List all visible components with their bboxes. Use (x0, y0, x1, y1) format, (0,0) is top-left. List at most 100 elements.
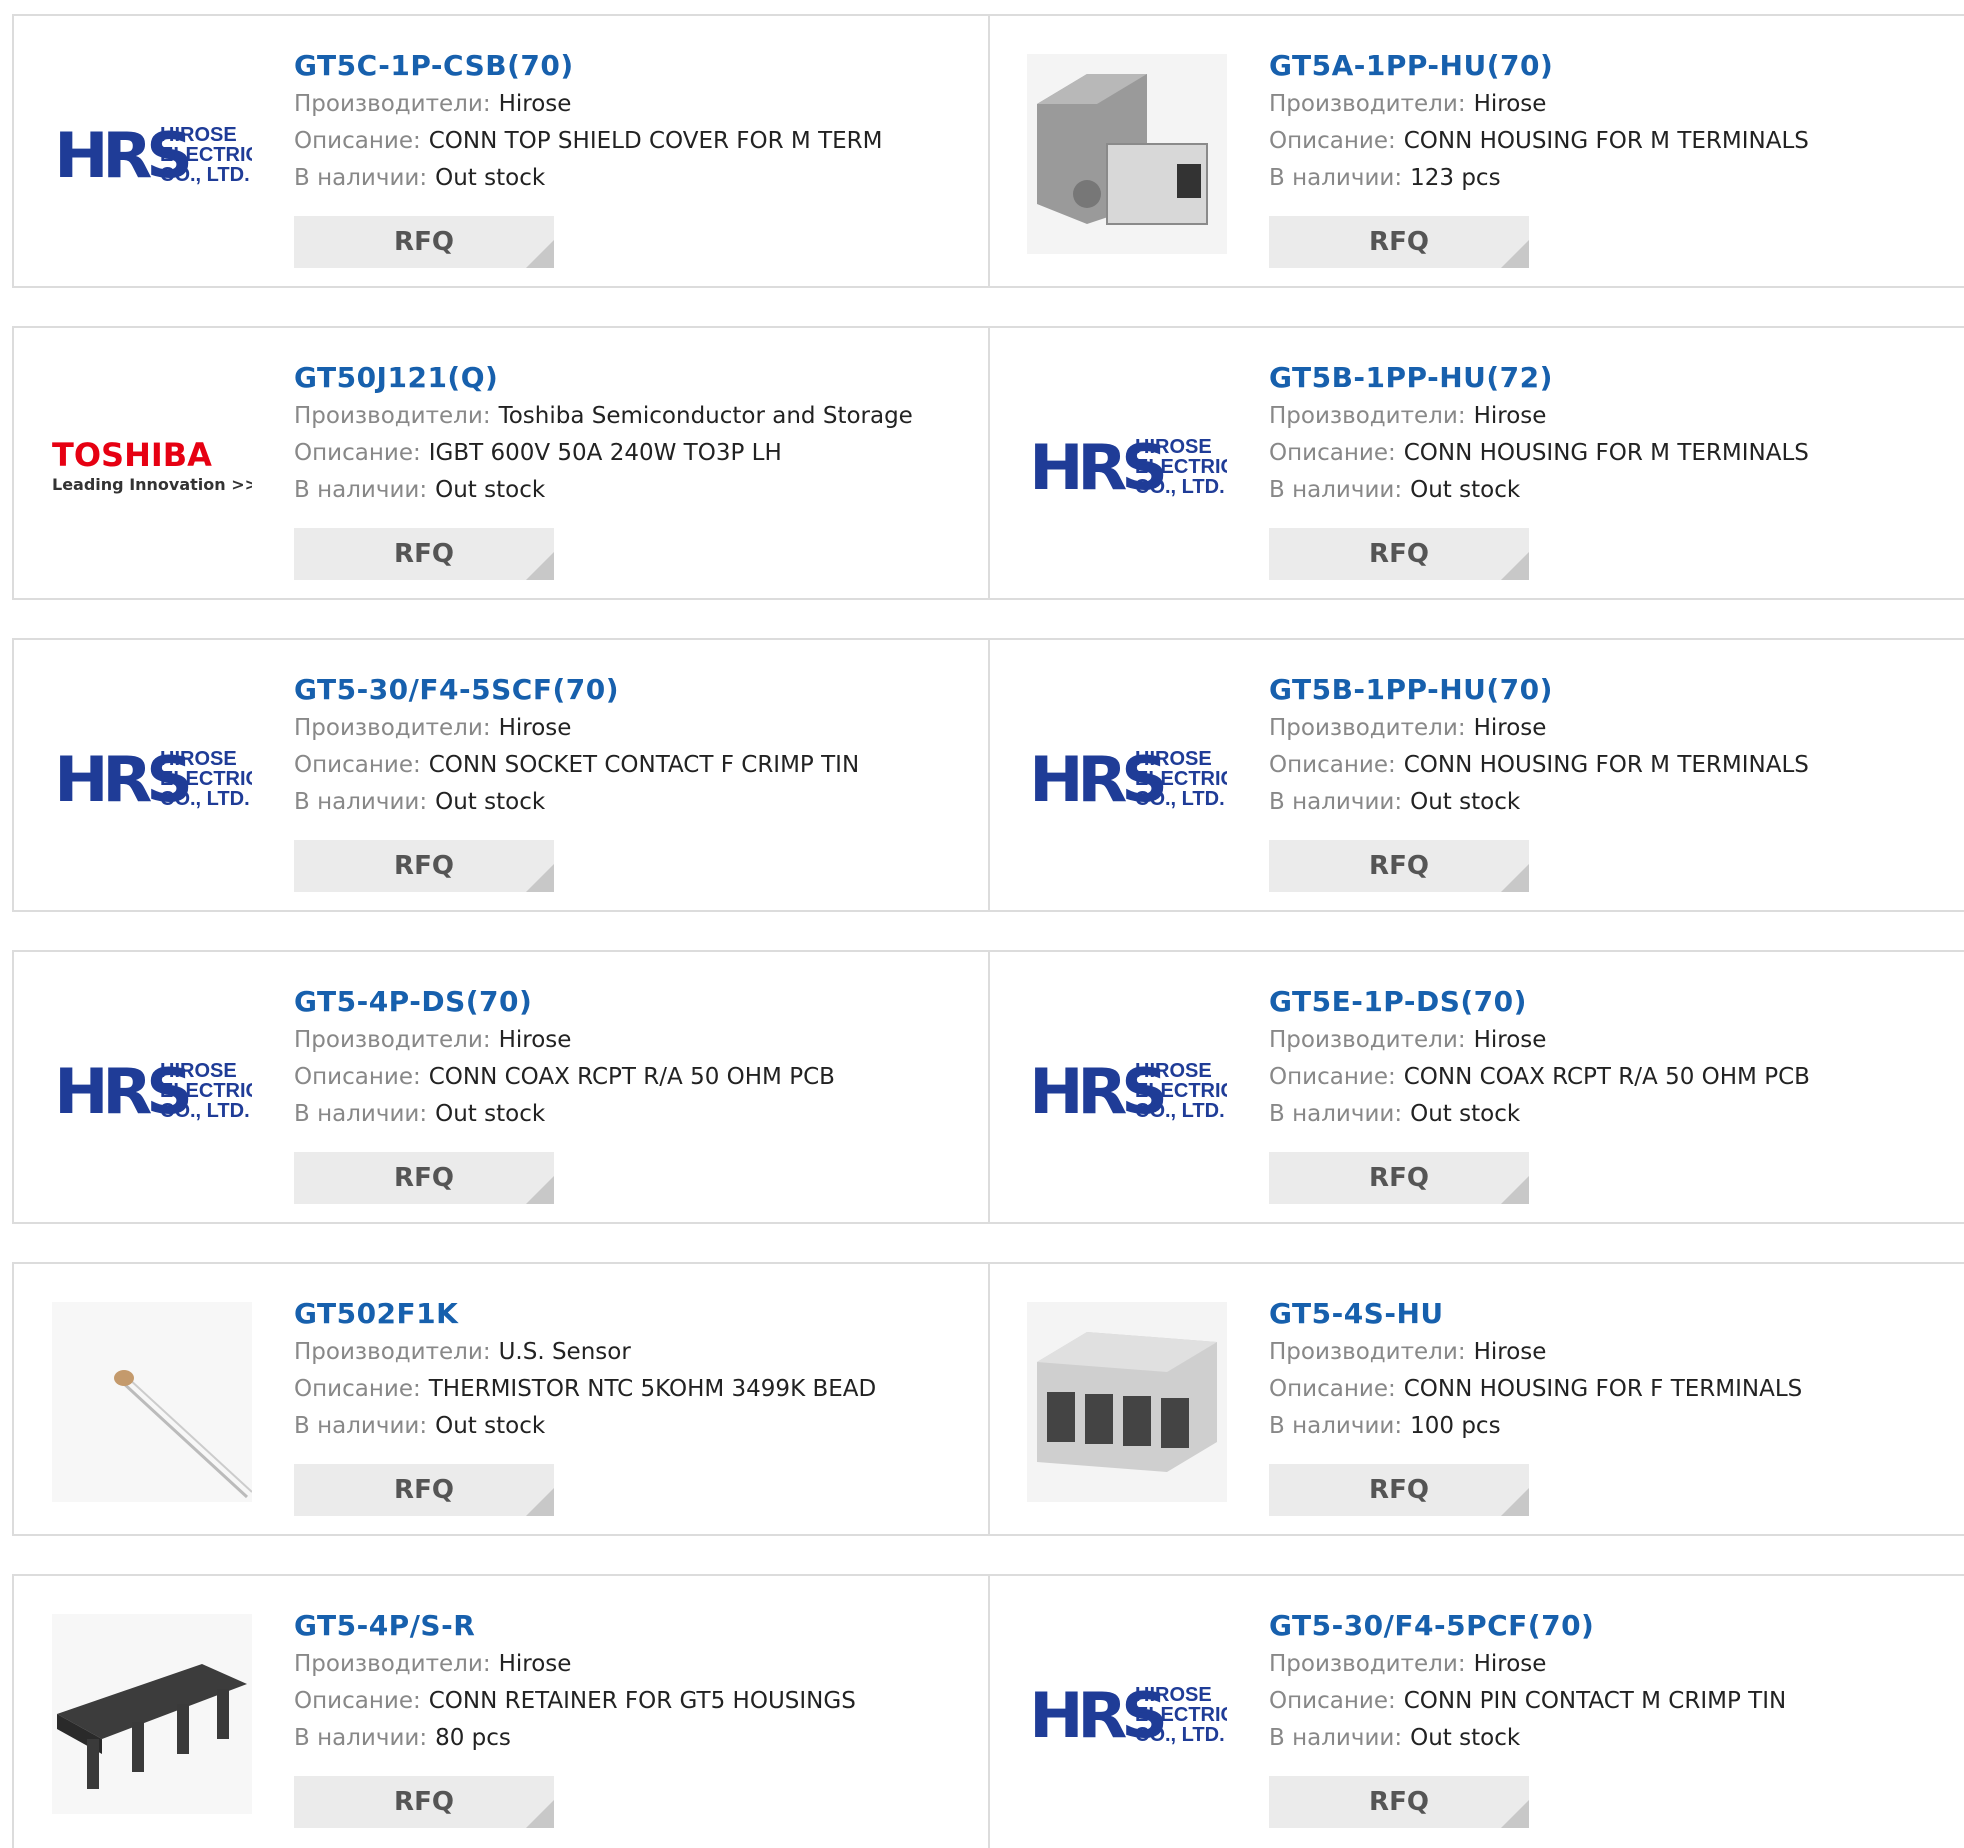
product-info: GT5B-1PP-HU(70) Производители: Hirose Опи… (1269, 670, 1809, 821)
product-image[interactable]: TOSHIBA Leading Innovation >>> (52, 366, 252, 566)
stock-label: В наличии: (1269, 1725, 1403, 1751)
manufacturer-label: Производители: (1269, 91, 1466, 117)
part-number-link[interactable]: GT5-4P-DS(70) (294, 982, 835, 1022)
description-label: Описание: (294, 1688, 421, 1714)
corner-triangle-icon (1501, 240, 1529, 268)
product-info: GT5-30/F4-5PCF(70) Производители: Hirose … (1269, 1606, 1786, 1757)
stock-value: Out stock (435, 1101, 546, 1127)
corner-triangle-icon (526, 1488, 554, 1516)
manufacturer-line: Производители: Hirose (1269, 86, 1809, 123)
rfq-button[interactable]: RFQ (294, 840, 554, 892)
description-line: Описание: CONN COAX RCPT R/A 50 OHM PCB (1269, 1059, 1810, 1096)
part-number-link[interactable]: GT5A-1PP-HU(70) (1269, 46, 1809, 86)
part-number-link[interactable]: GT5E-1P-DS(70) (1269, 982, 1810, 1022)
rfq-button[interactable]: RFQ (1269, 840, 1529, 892)
manufacturer-line: Производители: Hirose (294, 710, 859, 747)
hirose-logo: HRS HIROSE ELECTRIC CO., LTD. (1029, 431, 1227, 501)
rfq-button[interactable]: RFQ (1269, 1776, 1529, 1828)
rfq-button[interactable]: RFQ (294, 528, 554, 580)
rfq-label: RFQ (394, 1163, 454, 1193)
manufacturer-value: Hirose (498, 91, 572, 117)
part-number-link[interactable]: GT5B-1PP-HU(72) (1269, 358, 1809, 398)
product-image[interactable]: HRS HIROSE ELECTRIC CO., LTD. (1027, 990, 1227, 1190)
product-image[interactable]: HRS HIROSE ELECTRIC CO., LTD. (1027, 1614, 1227, 1814)
description-label: Описание: (294, 440, 421, 466)
manufacturer-value: Hirose (498, 1027, 572, 1053)
product-image[interactable] (1027, 1302, 1227, 1502)
rfq-button[interactable]: RFQ (294, 216, 554, 268)
rfq-button[interactable]: RFQ (294, 1152, 554, 1204)
stock-line: В наличии: Out stock (1269, 1096, 1810, 1133)
rfq-button[interactable]: RFQ (1269, 528, 1529, 580)
svg-text:ELECTRIC: ELECTRIC (1135, 1080, 1227, 1102)
description-value: IGBT 600V 50A 240W TO3P LH (428, 440, 782, 466)
part-number-link[interactable]: GT50J121(Q) (294, 358, 913, 398)
rfq-label: RFQ (1369, 1787, 1429, 1817)
part-number-link[interactable]: GT5B-1PP-HU(70) (1269, 670, 1809, 710)
product-image[interactable] (1027, 54, 1227, 254)
part-number-link[interactable]: GT502F1K (294, 1294, 876, 1334)
product-card: TOSHIBA Leading Innovation >>> GT50J121(… (12, 328, 990, 598)
product-card: HRS HIROSE ELECTRIC CO., LTD. GT5B-1PP-H… (989, 328, 1964, 598)
manufacturer-value: Hirose (1473, 715, 1547, 741)
corner-triangle-icon (1501, 1488, 1529, 1516)
product-image[interactable] (52, 1614, 252, 1814)
rfq-button[interactable]: RFQ (294, 1776, 554, 1828)
svg-text:HIROSE: HIROSE (160, 748, 237, 770)
manufacturer-label: Производители: (294, 1339, 491, 1365)
manufacturer-line: Производители: Hirose (1269, 1334, 1802, 1371)
description-line: Описание: CONN HOUSING FOR M TERMINALS (1269, 123, 1809, 160)
stock-value: Out stock (435, 477, 546, 503)
corner-triangle-icon (1501, 552, 1529, 580)
product-image[interactable]: HRS HIROSE ELECTRIC CO., LTD. (52, 990, 252, 1190)
rfq-button[interactable]: RFQ (294, 1464, 554, 1516)
manufacturer-label: Производители: (294, 1651, 491, 1677)
rfq-button[interactable]: RFQ (1269, 1464, 1529, 1516)
svg-text:CO., LTD.: CO., LTD. (1135, 1724, 1225, 1746)
part-number-link[interactable]: GT5-30/F4-5PCF(70) (1269, 1606, 1786, 1646)
svg-text:CO., LTD.: CO., LTD. (1135, 788, 1225, 810)
description-label: Описание: (294, 128, 421, 154)
description-label: Описание: (294, 1376, 421, 1402)
product-image[interactable] (52, 1302, 252, 1502)
description-value: CONN TOP SHIELD COVER FOR M TERM (428, 128, 883, 154)
hirose-logo: HRS HIROSE ELECTRIC CO., LTD. (1029, 1679, 1227, 1749)
hirose-logo: HRS HIROSE ELECTRIC CO., LTD. (1029, 1055, 1227, 1125)
part-number-link[interactable]: GT5-4P/S-R (294, 1606, 856, 1646)
product-image[interactable]: HRS HIROSE ELECTRIC CO., LTD. (1027, 366, 1227, 566)
hirose-logo: HRS HIROSE ELECTRIC CO., LTD. (54, 743, 252, 813)
manufacturer-value: Hirose (1473, 1651, 1547, 1677)
svg-text:HIROSE: HIROSE (1135, 1060, 1212, 1082)
product-row: GT5-4P/S-R Производители: Hirose Описание… (12, 1574, 1964, 1848)
part-number-link[interactable]: GT5-4S-HU (1269, 1294, 1802, 1334)
stock-label: В наличии: (1269, 789, 1403, 815)
description-value: CONN PIN CONTACT M CRIMP TIN (1403, 1688, 1787, 1714)
stock-value: 123 pcs (1410, 165, 1501, 191)
manufacturer-label: Производители: (1269, 1027, 1466, 1053)
rfq-button[interactable]: RFQ (1269, 1152, 1529, 1204)
svg-text:CO., LTD.: CO., LTD. (1135, 476, 1225, 498)
product-image[interactable]: HRS HIROSE ELECTRIC CO., LTD. (52, 54, 252, 254)
product-row: TOSHIBA Leading Innovation >>> GT50J121(… (12, 326, 1964, 600)
manufacturer-line: Производители: Hirose (1269, 1646, 1786, 1683)
corner-triangle-icon (526, 1800, 554, 1828)
manufacturer-value: Toshiba Semiconductor and Storage (498, 403, 913, 429)
rfq-button[interactable]: RFQ (1269, 216, 1529, 268)
rfq-label: RFQ (394, 851, 454, 881)
product-image[interactable]: HRS HIROSE ELECTRIC CO., LTD. (1027, 678, 1227, 878)
corner-triangle-icon (526, 240, 554, 268)
svg-text:CO., LTD.: CO., LTD. (160, 1100, 250, 1122)
stock-line: В наличии: Out stock (294, 160, 883, 197)
stock-line: В наличии: Out stock (294, 472, 913, 509)
manufacturer-value: Hirose (1473, 1027, 1547, 1053)
product-card: HRS HIROSE ELECTRIC CO., LTD. GT5-30/F4-… (989, 1576, 1964, 1848)
product-image[interactable]: HRS HIROSE ELECTRIC CO., LTD. (52, 678, 252, 878)
product-row: HRS HIROSE ELECTRIC CO., LTD. GT5-4P-DS(… (12, 950, 1964, 1224)
product-info: GT5-4S-HU Производители: Hirose Описание:… (1269, 1294, 1802, 1445)
manufacturer-line: Производители: Hirose (294, 1022, 835, 1059)
product-row: GT502F1K Производители: U.S. Sensor Описа… (12, 1262, 1964, 1536)
part-number-link[interactable]: GT5-30/F4-5SCF(70) (294, 670, 859, 710)
connector-photo (1027, 1302, 1227, 1502)
description-line: Описание: CONN SOCKET CONTACT F CRIMP TIN (294, 747, 859, 784)
part-number-link[interactable]: GT5C-1P-CSB(70) (294, 46, 883, 86)
